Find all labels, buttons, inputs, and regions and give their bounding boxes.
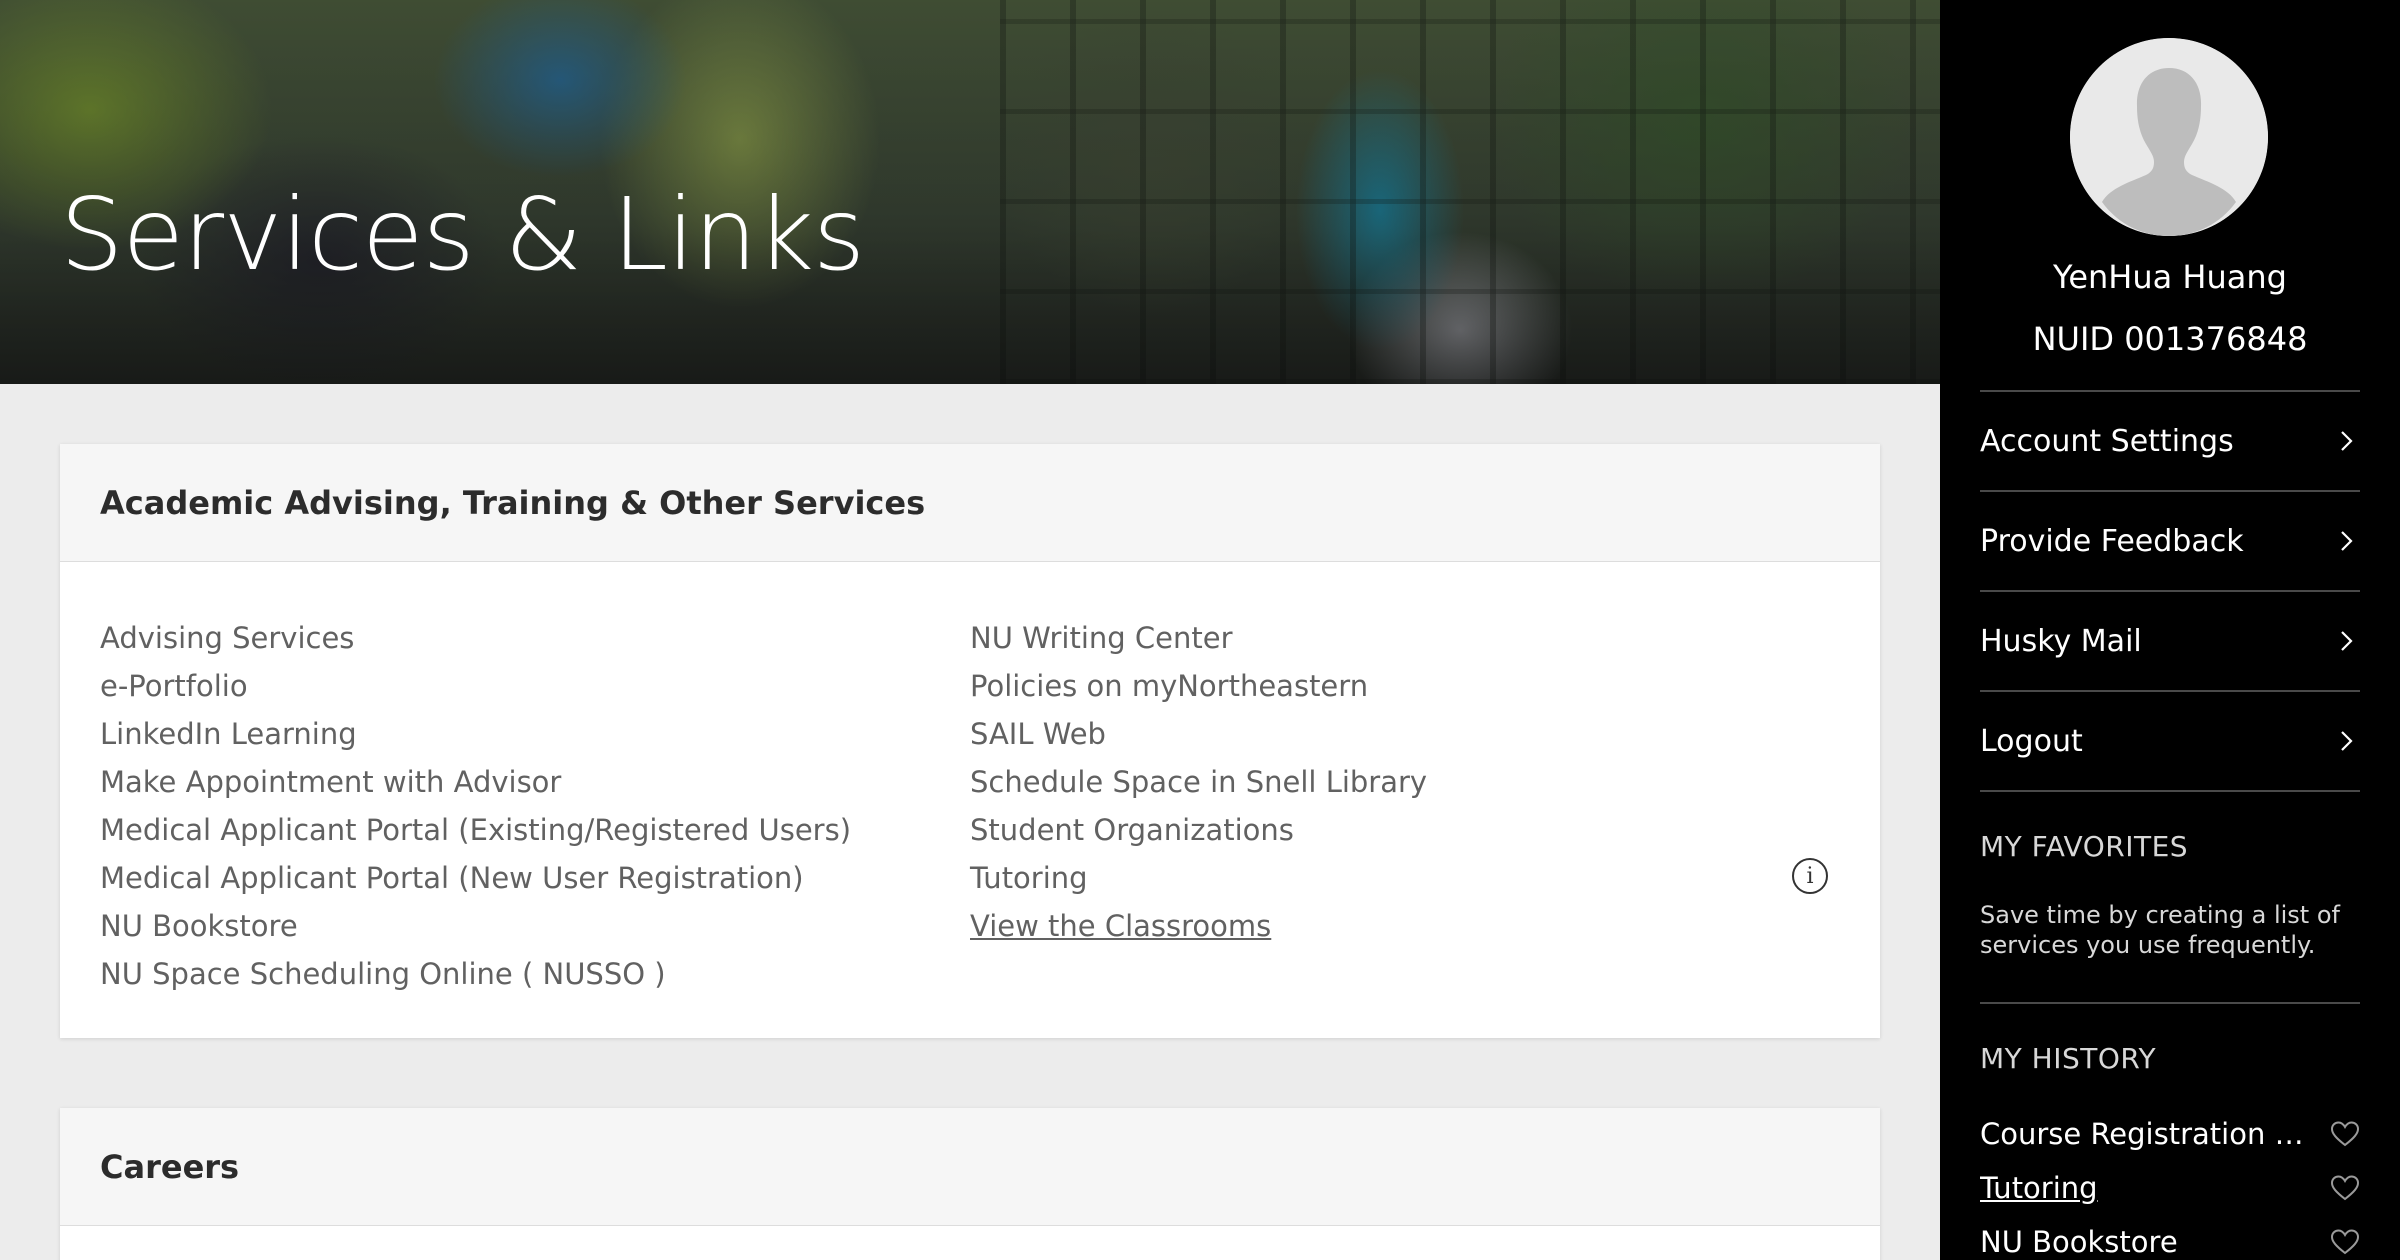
link-policies[interactable]: Policies on myNortheastern [970, 662, 1840, 710]
link-medical-portal-new[interactable]: Medical Applicant Portal (New User Regis… [100, 854, 970, 902]
user-avatar-icon [2070, 38, 2268, 236]
links-left-column: Advising Services e-Portfolio LinkedIn L… [100, 614, 970, 998]
menu-item-label: Account Settings [1980, 423, 2234, 459]
card-header: Careers [60, 1108, 1880, 1226]
link-snell-library[interactable]: Schedule Space in Snell Library [970, 758, 1840, 806]
menu-logout[interactable]: Logout [1980, 692, 2360, 792]
links-right-column: NU Writing Center Policies on myNortheas… [970, 614, 1840, 998]
history-item: NU Bookstore [1980, 1215, 2360, 1260]
history-item: Course Registration (NEW) [1980, 1107, 2360, 1161]
history-item: Tutoring [1980, 1161, 2360, 1215]
heart-icon[interactable] [2330, 1228, 2360, 1256]
main-content: Services & Links Academic Advising, Trai… [0, 0, 1940, 1260]
academic-services-card: Academic Advising, Training & Other Serv… [60, 444, 1880, 1038]
menu-item-label: Provide Feedback [1980, 523, 2244, 559]
favorites-heading: MY FAVORITES [1980, 830, 2189, 863]
card-body: Advising Services e-Portfolio LinkedIn L… [60, 562, 1880, 1038]
heart-icon[interactable] [2330, 1120, 2360, 1148]
link-nu-bookstore[interactable]: NU Bookstore [100, 902, 970, 950]
link-nusso[interactable]: NU Space Scheduling Online ( NUSSO ) [100, 950, 970, 998]
chevron-right-icon [2334, 628, 2360, 654]
avatar [2070, 38, 2268, 236]
menu-item-label: Logout [1980, 723, 2083, 759]
link-writing-center[interactable]: NU Writing Center [970, 614, 1840, 662]
card-title: Academic Advising, Training & Other Serv… [100, 483, 926, 522]
heart-icon[interactable] [2330, 1174, 2360, 1202]
history-link[interactable]: Tutoring [1980, 1171, 2098, 1205]
link-tutoring[interactable]: Tutoring [970, 854, 1840, 902]
favorites-empty-text: Save time by creating a list of services… [1980, 901, 2340, 959]
info-icon[interactable]: i [1792, 858, 1828, 894]
link-make-appointment[interactable]: Make Appointment with Advisor [100, 758, 970, 806]
account-menu: Account Settings Provide Feedback Husky … [1980, 390, 2360, 792]
card-title: Careers [100, 1147, 240, 1186]
page-title: Services & Links [60, 176, 865, 293]
history-heading: MY HISTORY [1980, 1042, 2157, 1075]
history-list: Course Registration (NEW) Tutoring NU Bo… [1980, 1107, 2360, 1260]
link-linkedin-learning[interactable]: LinkedIn Learning [100, 710, 970, 758]
history-link[interactable]: NU Bookstore [1980, 1225, 2178, 1259]
link-advising-services[interactable]: Advising Services [100, 614, 970, 662]
menu-item-label: Husky Mail [1980, 623, 2142, 659]
user-name: YenHua Huang [2053, 258, 2287, 296]
link-student-organizations[interactable]: Student Organizations [970, 806, 1840, 854]
link-view-classrooms[interactable]: View the Classrooms [970, 902, 1840, 950]
link-sail-web[interactable]: SAIL Web [970, 710, 1840, 758]
history-link[interactable]: Course Registration (NEW) [1980, 1117, 2310, 1151]
card-header: Academic Advising, Training & Other Serv… [60, 444, 1880, 562]
link-e-portfolio[interactable]: e-Portfolio [100, 662, 970, 710]
careers-card: Careers [60, 1108, 1880, 1260]
chevron-right-icon [2334, 728, 2360, 754]
menu-provide-feedback[interactable]: Provide Feedback [1980, 492, 2360, 592]
link-medical-portal-existing[interactable]: Medical Applicant Portal (Existing/Regis… [100, 806, 970, 854]
hero-banner: Services & Links [0, 0, 1940, 384]
menu-account-settings[interactable]: Account Settings [1980, 392, 2360, 492]
menu-husky-mail[interactable]: Husky Mail [1980, 592, 2360, 692]
user-sidebar: YenHua Huang NUID 001376848 Account Sett… [1940, 0, 2400, 1260]
chevron-right-icon [2334, 528, 2360, 554]
user-nuid: NUID 001376848 [2032, 320, 2308, 358]
chevron-right-icon [2334, 428, 2360, 454]
divider [1980, 1002, 2360, 1004]
